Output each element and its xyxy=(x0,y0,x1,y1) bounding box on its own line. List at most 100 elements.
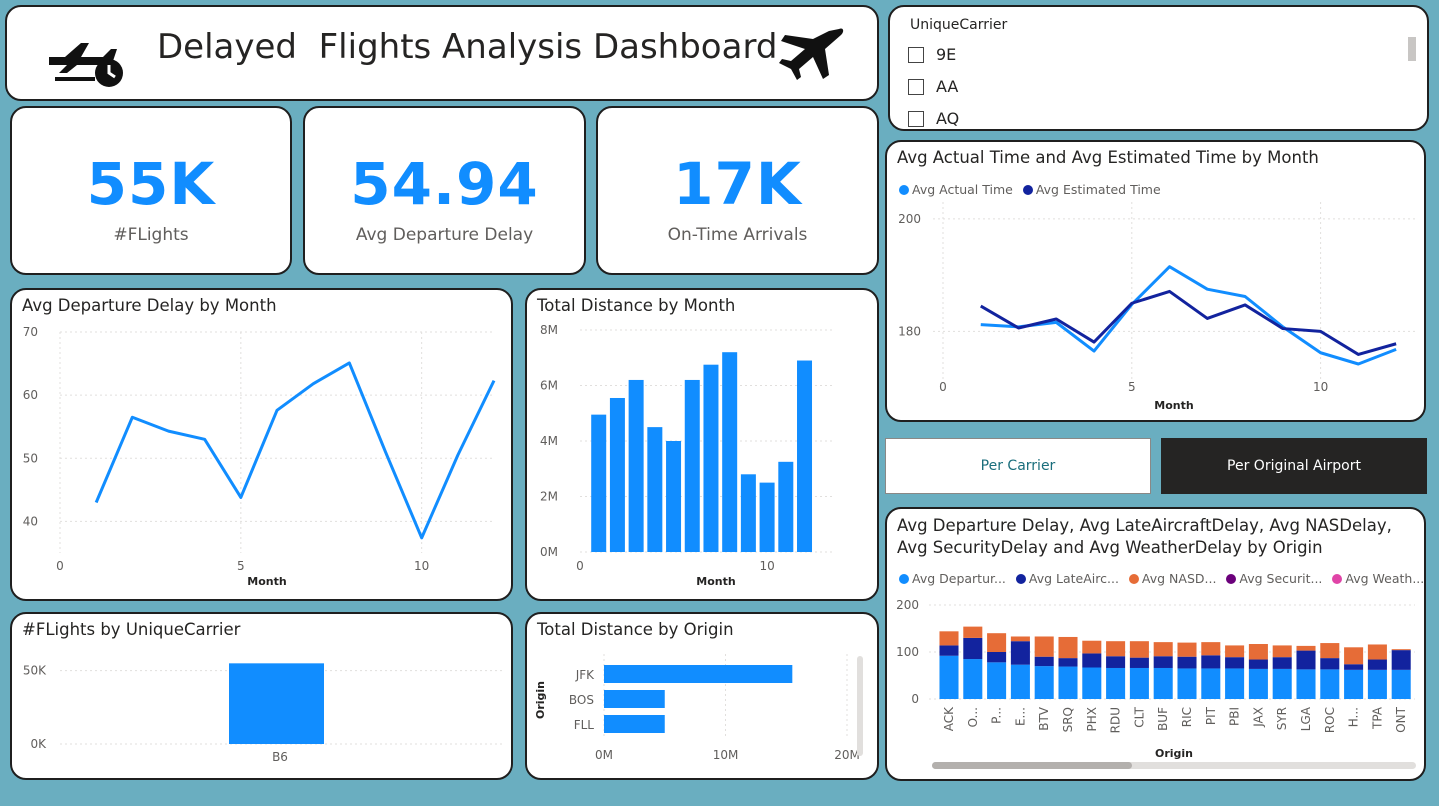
y-tick-label: 8M xyxy=(540,323,558,337)
bar-segment xyxy=(1106,667,1126,699)
x-tick-label: LGA xyxy=(1299,706,1313,731)
distance-by-month-chart: Total Distance by Month 0M 2M 4M 6M 8M 0 10 Mon… xyxy=(525,288,879,601)
x-axis-label: Origin xyxy=(1155,747,1193,760)
x-tick-label: 0M xyxy=(595,748,613,762)
bar-segment xyxy=(1320,658,1340,670)
y-tick-label: JFK xyxy=(575,668,595,682)
flight-delay-icon xyxy=(47,27,127,91)
slicer-item-label: AA xyxy=(936,77,959,96)
x-tick-label: JAX xyxy=(1251,707,1265,728)
bar-segment xyxy=(1248,659,1268,669)
bar-segment xyxy=(1272,668,1292,699)
bar-segment xyxy=(987,652,1007,663)
bar xyxy=(647,427,663,552)
checkbox[interactable] xyxy=(908,78,924,95)
x-tick-label: CLT xyxy=(1132,706,1146,727)
x-tick-label: RIC xyxy=(1180,707,1194,727)
x-tick-label: ACK xyxy=(942,706,956,731)
x-tick-label: PHX xyxy=(1085,707,1099,731)
slicer-item-9e[interactable]: 9E xyxy=(908,45,956,64)
distance-by-origin-chart: Total Distance by Origin 0M 10M 20M JFK BOS F… xyxy=(525,612,879,780)
bar-segment xyxy=(1201,642,1221,656)
bar-segment xyxy=(1153,667,1173,699)
y-tick-label: BOS xyxy=(569,693,594,707)
carrier-slicer: UniqueCarrier 9E AA AQ xyxy=(888,5,1429,131)
kpi-ontime-label: On-Time Arrivals xyxy=(667,225,808,245)
distance-bar-plot: 0M 2M 4M 6M 8M 0 10 Month xyxy=(540,323,832,588)
bar-segment xyxy=(1225,645,1245,658)
bar-segment xyxy=(1344,669,1364,699)
bar xyxy=(604,665,793,683)
kpi-delay-card: 54.94 Avg Departure Delay xyxy=(303,106,586,275)
y-tick-label: 60 xyxy=(23,388,38,402)
x-tick-label: TPA xyxy=(1370,706,1384,730)
slicer-item-label: AQ xyxy=(936,109,960,128)
x-tick-label: 5 xyxy=(1128,380,1136,394)
y-tick-label: 200 xyxy=(896,598,919,612)
bar-segment xyxy=(963,637,983,660)
chart-scrollbar[interactable] xyxy=(857,656,863,756)
delay-line-plot: 40 50 60 70 0 5 10 Month xyxy=(23,325,496,588)
x-tick-label: 10 xyxy=(414,559,429,573)
slicer-item-label: 9E xyxy=(936,45,957,64)
bar-segment xyxy=(939,631,959,646)
kpi-flights-card: 55K #FLights xyxy=(10,106,292,275)
y-tick-label: 2M xyxy=(540,490,558,504)
bar-segment xyxy=(1272,657,1292,669)
y-tick-label: 0K xyxy=(30,737,47,751)
bar-segment xyxy=(1010,636,1030,642)
x-tick-label: 10 xyxy=(759,559,774,573)
x-tick-label: 10M xyxy=(713,748,739,762)
stacked-bar-plot: 0 100 200 ACK O... P... E... BTV SRQ PHX RDU CLT BUF… xyxy=(896,598,1415,760)
horizontal-scrollbar[interactable] xyxy=(932,762,1416,769)
bar-segment xyxy=(1248,668,1268,699)
kpi-ontime-value: 17K xyxy=(673,150,802,218)
time-by-month-chart: Avg Actual Time and Avg Estimated Time b… xyxy=(885,140,1426,422)
time-line-plot: 180 200 0 5 10 Month xyxy=(898,202,1415,412)
checkbox[interactable] xyxy=(908,46,924,63)
y-tick-label: 100 xyxy=(896,645,919,659)
bar-segment xyxy=(1225,657,1245,669)
per-airport-button[interactable]: Per Original Airport xyxy=(1161,438,1427,494)
per-carrier-button[interactable]: Per Carrier xyxy=(885,438,1151,494)
bar xyxy=(604,715,665,733)
slicer-item-aa[interactable]: AA xyxy=(908,77,958,96)
kpi-delay-label: Avg Departure Delay xyxy=(355,225,534,245)
y-tick-label: 40 xyxy=(23,514,38,528)
x-axis-label: Month xyxy=(247,575,286,588)
bar-segment xyxy=(1082,640,1102,654)
bar-segment xyxy=(939,655,959,699)
bar-segment xyxy=(1201,655,1221,669)
bar-segment xyxy=(1248,644,1268,660)
bar-segment xyxy=(963,659,983,699)
bar xyxy=(666,441,682,552)
x-tick-label: P... xyxy=(990,707,1004,724)
bar-segment xyxy=(1367,644,1387,660)
series-line xyxy=(94,361,496,540)
x-tick-label: O... xyxy=(966,707,980,727)
bar-segment xyxy=(1296,650,1316,670)
bar-segment xyxy=(1344,664,1364,670)
airplane-icon xyxy=(773,25,845,85)
bar xyxy=(778,461,794,552)
bar-segment xyxy=(1034,656,1054,667)
slicer-scrollbar[interactable] xyxy=(1408,37,1416,61)
bar-segment xyxy=(1177,668,1197,699)
scrollbar-thumb[interactable] xyxy=(932,762,1132,769)
bar-segment xyxy=(1391,650,1411,670)
series-line xyxy=(980,265,1397,366)
bar xyxy=(628,379,644,552)
y-tick-label: 200 xyxy=(898,212,921,226)
slicer-item-aq[interactable]: AQ xyxy=(908,109,959,128)
header-card: Delayed Flights Analysis Dashboard xyxy=(5,5,879,101)
y-tick-label: 50 xyxy=(23,451,38,465)
x-tick-label: BTV xyxy=(1037,706,1051,731)
delays-by-origin-chart: Avg Departure Delay, Avg LateAircraftDel… xyxy=(885,507,1426,781)
bar-segment xyxy=(1391,649,1411,651)
y-tick-label: FLL xyxy=(574,718,595,732)
y-tick-label: 4M xyxy=(540,434,558,448)
kpi-flights-label: #FLights xyxy=(113,225,189,245)
checkbox[interactable] xyxy=(908,110,924,127)
bar-segment xyxy=(1129,641,1149,658)
flights-by-carrier-chart: #FLights by UniqueCarrier 0K 50K B6 xyxy=(10,612,513,780)
